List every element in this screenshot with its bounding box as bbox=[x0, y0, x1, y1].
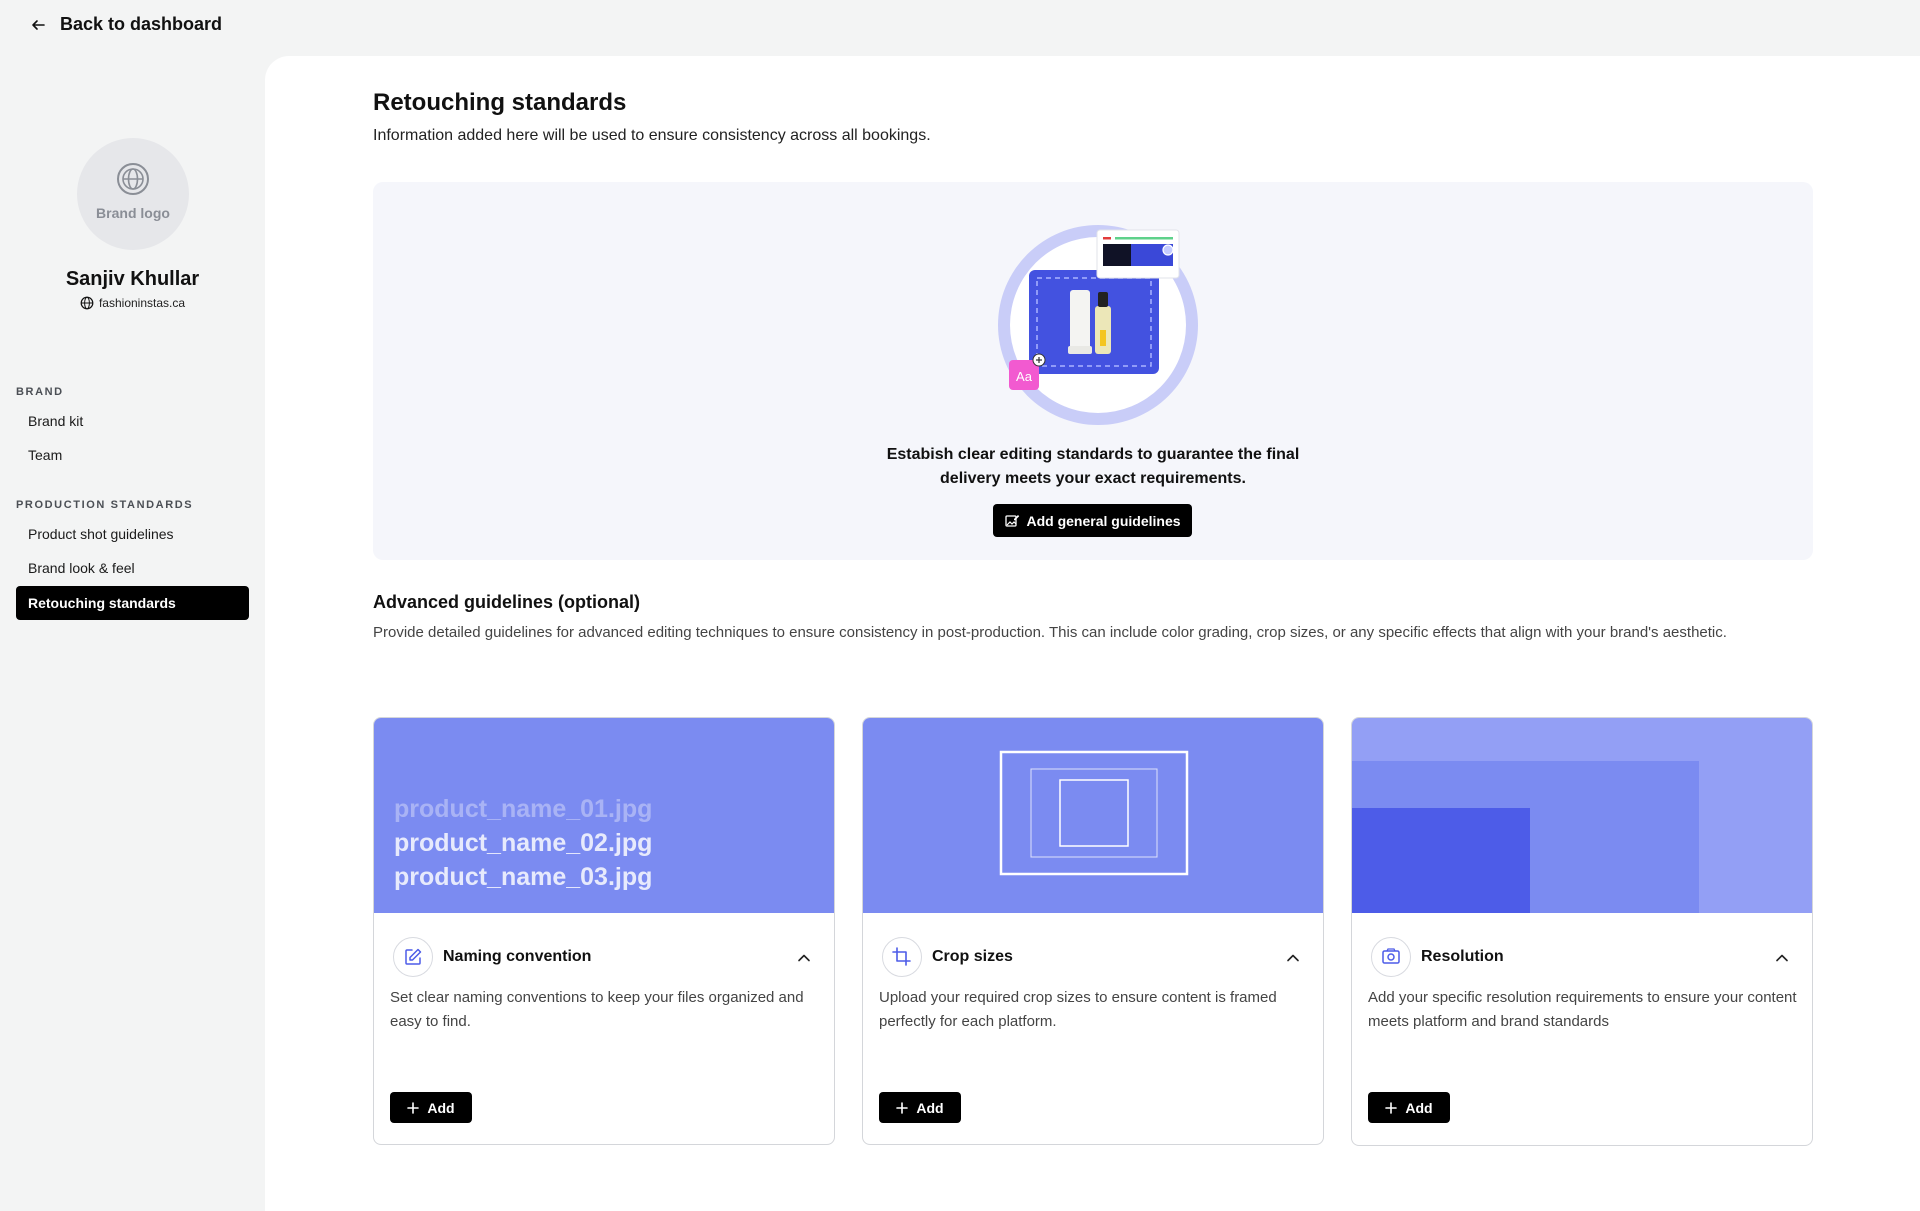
chevron-up-icon[interactable] bbox=[796, 950, 812, 966]
plus-icon bbox=[407, 1101, 420, 1114]
resolution-banner bbox=[1352, 718, 1812, 913]
arrow-left-icon bbox=[32, 19, 45, 30]
back-to-dashboard-link[interactable]: Back to dashboard bbox=[30, 14, 222, 35]
top-bar: Back to dashboard bbox=[0, 0, 1920, 56]
filename-example-1: product_name_01.jpg bbox=[394, 795, 653, 823]
page-title: Retouching standards bbox=[373, 89, 627, 116]
add-button-label: Add bbox=[1405, 1099, 1433, 1116]
add-resolution-button[interactable]: Add bbox=[1368, 1092, 1450, 1123]
plus-icon bbox=[1385, 1101, 1398, 1114]
resolution-card: Resolution Add your specific resolution … bbox=[1351, 717, 1813, 1146]
advanced-guidelines-title: Advanced guidelines (optional) bbox=[373, 592, 641, 612]
naming-convention-card: product_name_01.jpg product_name_02.jpg … bbox=[373, 717, 835, 1145]
resolution-header: Resolution bbox=[1371, 937, 1504, 977]
naming-convention-description: Set clear naming conventions to keep you… bbox=[390, 989, 804, 1030]
naming-convention-title: Naming convention bbox=[443, 948, 592, 965]
resolution-title: Resolution bbox=[1421, 948, 1504, 965]
add-button-label: Add bbox=[427, 1099, 455, 1116]
crop-sizes-description: Upload your required crop sizes to ensur… bbox=[879, 989, 1277, 1030]
plus-icon bbox=[896, 1101, 909, 1114]
image-edit-icon bbox=[1005, 514, 1020, 527]
edit-icon bbox=[393, 937, 433, 977]
advanced-guidelines-description: Provide detailed guidelines for advanced… bbox=[373, 624, 1727, 641]
avatar-placeholder-text: Brand logo bbox=[96, 205, 170, 221]
crop-sizes-title: Crop sizes bbox=[932, 948, 1013, 965]
crop-sizes-header: Crop sizes bbox=[882, 937, 1013, 977]
general-guidelines-panel: Aa Estabish clear editing standards to g… bbox=[373, 182, 1813, 560]
nav-section-brand: BRAND bbox=[16, 386, 64, 398]
add-button-label: Add bbox=[916, 1099, 944, 1116]
resolution-sizes-graphic bbox=[1352, 761, 1699, 913]
globe-icon bbox=[80, 296, 94, 310]
nav-section-production-standards: PRODUCTION STANDARDS bbox=[16, 499, 194, 511]
sidebar-item-product-shot-guidelines[interactable]: Product shot guidelines bbox=[16, 517, 249, 551]
website-text: fashioninstas.ca bbox=[98, 296, 186, 310]
back-label: Back to dashboard bbox=[60, 14, 223, 34]
crop-sizes-banner bbox=[863, 718, 1323, 913]
sidebar-item-brand-look-feel[interactable]: Brand look & feel bbox=[16, 551, 249, 585]
chevron-up-icon[interactable] bbox=[1774, 950, 1790, 966]
crop-icon bbox=[882, 937, 922, 977]
retouching-illustration: Aa bbox=[998, 225, 1198, 425]
hero-description-line-1: Estabish clear editing standards to guar… bbox=[886, 446, 1300, 463]
naming-convention-banner: product_name_01.jpg product_name_02.jpg … bbox=[374, 718, 834, 913]
profile-name: Sanjiv Khullar bbox=[65, 268, 200, 290]
sidebar-item-retouching-standards[interactable]: Retouching standards bbox=[16, 586, 249, 620]
filename-example-2: product_name_02.jpg bbox=[394, 829, 653, 857]
brand-logo-avatar[interactable]: Brand logo bbox=[77, 138, 189, 250]
hero-description: Estabish clear editing standards to guar… bbox=[373, 443, 1813, 491]
filename-example-3: product_name_03.jpg bbox=[394, 863, 653, 891]
globe-icon bbox=[117, 163, 149, 195]
chevron-up-icon[interactable] bbox=[1285, 950, 1301, 966]
sidebar-item-team[interactable]: Team bbox=[16, 438, 249, 472]
main-content: Retouching standards Information added h… bbox=[265, 56, 1920, 1211]
naming-convention-header: Naming convention bbox=[393, 937, 591, 977]
add-crop-sizes-button[interactable]: Add bbox=[879, 1092, 961, 1123]
sidebar-item-brand-kit[interactable]: Brand kit bbox=[16, 404, 249, 438]
crop-frames-graphic bbox=[999, 750, 1189, 876]
crop-sizes-card: Crop sizes Upload your required crop siz… bbox=[862, 717, 1324, 1145]
hero-description-line-2: delivery meets your exact requirements. bbox=[940, 470, 1246, 487]
sidebar: Brand logo Sanjiv Khullar fashioninstas.… bbox=[0, 56, 265, 1211]
add-general-guidelines-button[interactable]: Add general guidelines bbox=[993, 504, 1192, 537]
profile-website: fashioninstas.ca bbox=[0, 296, 265, 310]
add-naming-convention-button[interactable]: Add bbox=[390, 1092, 472, 1123]
page-subtitle: Information added here will be used to e… bbox=[373, 127, 931, 144]
add-general-guidelines-label: Add general guidelines bbox=[1026, 512, 1181, 529]
resolution-icon bbox=[1371, 937, 1411, 977]
resolution-description: Add your specific resolution requirement… bbox=[1368, 989, 1797, 1030]
font-badge-text: Aa bbox=[1016, 369, 1033, 384]
